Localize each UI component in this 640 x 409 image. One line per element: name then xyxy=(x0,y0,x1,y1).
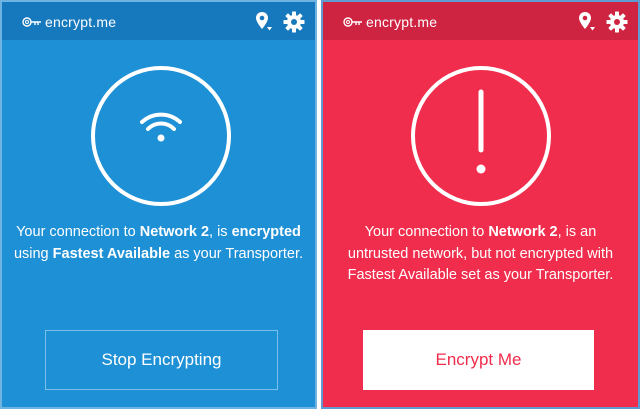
location-pin-icon[interactable] xyxy=(578,11,596,33)
network-name: Network 2 xyxy=(139,224,210,240)
exclamation-icon xyxy=(476,89,485,174)
gear-icon[interactable] xyxy=(606,11,628,33)
transporter-name: Fastest Available xyxy=(52,245,171,262)
title-bar: encrypt.me xyxy=(2,2,315,40)
gear-icon[interactable] xyxy=(283,11,305,33)
status-circle xyxy=(410,66,551,206)
key-icon xyxy=(343,17,362,27)
network-name: Network 2 xyxy=(488,224,558,240)
encrypt-me-button[interactable]: Encrypt Me xyxy=(363,330,594,390)
unencrypted-panel: encrypt.me Your connection to Network 2,… xyxy=(321,0,640,409)
status-circle xyxy=(90,66,231,206)
stop-encrypting-button[interactable]: Stop Encrypting xyxy=(45,330,278,390)
app-name: encrypt.me xyxy=(366,14,438,30)
app-name: encrypt.me xyxy=(45,14,117,30)
app-logo: encrypt.me xyxy=(22,12,116,32)
status-message: Your connection to Network 2, is encrypt… xyxy=(13,224,304,262)
status-message: Your connection to Network 2, is an untr… xyxy=(347,224,614,283)
location-pin-icon[interactable] xyxy=(255,11,273,33)
encryption-state: encrypted xyxy=(231,224,301,240)
app-logo: encrypt.me xyxy=(343,12,437,32)
title-bar: encrypt.me xyxy=(323,2,638,40)
wifi-icon xyxy=(139,112,182,142)
key-icon xyxy=(22,17,41,27)
encrypted-panel: encrypt.me Your connection to Network 2,… xyxy=(0,0,317,409)
